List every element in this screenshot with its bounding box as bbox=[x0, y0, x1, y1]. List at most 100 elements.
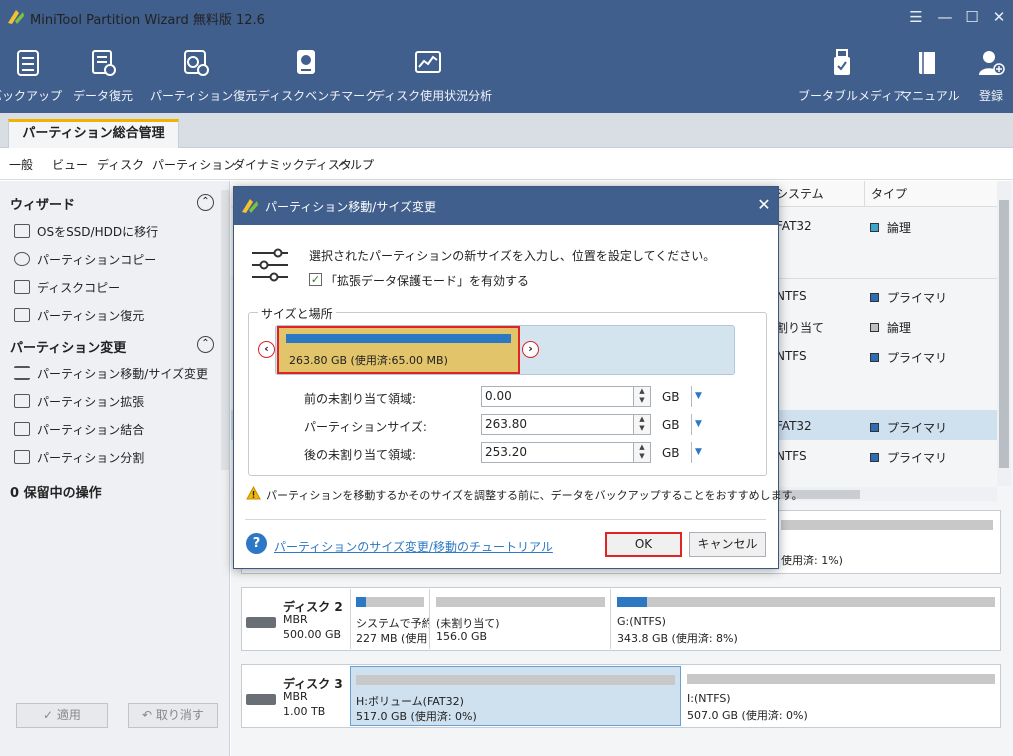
unallocated-before-input[interactable]: 0.00 bbox=[481, 386, 634, 407]
left-panel-scrollbar[interactable] bbox=[221, 190, 229, 470]
help-icon[interactable]: ? bbox=[246, 533, 267, 554]
partition-size: 227 MB (使用 bbox=[356, 632, 428, 645]
partition-size-spinner[interactable]: ▲ ▼ bbox=[634, 414, 651, 435]
backup-icon bbox=[17, 50, 39, 76]
split-partition[interactable]: パーティション分割 bbox=[14, 449, 144, 469]
enhanced-protection-checkbox[interactable]: ✓ bbox=[309, 273, 322, 286]
disk3-partition-h[interactable]: H:ボリューム(FAT32) 517.0 GB (使用済: 0%) bbox=[350, 666, 681, 726]
enhanced-protection-label[interactable]: 「拡張データ保護モード」を有効する bbox=[325, 272, 529, 289]
apply-button[interactable]: ✓ 適用 bbox=[16, 703, 108, 728]
disk2-partition-system-reserved[interactable]: システムで予約 227 MB (使用 bbox=[350, 589, 430, 649]
wizard-collapse-icon[interactable]: ⌃ bbox=[197, 194, 214, 211]
disk3-partition-i[interactable]: I:(NTFS) 507.0 GB (使用済: 0%) bbox=[682, 666, 1000, 726]
partition-label: H:ボリューム(FAT32) bbox=[356, 695, 464, 708]
pending-operations: 0 保留中の操作 bbox=[10, 486, 102, 501]
row-type: プライマリ bbox=[870, 419, 947, 436]
register-icon bbox=[979, 51, 1005, 75]
maximize-icon[interactable]: ☐ bbox=[961, 6, 983, 28]
partition-size: 156.0 GB bbox=[436, 630, 488, 643]
menu-disk[interactable]: ディスク bbox=[97, 156, 144, 173]
menu-help[interactable]: ヘルプ bbox=[338, 156, 374, 173]
data-recovery-button[interactable]: データ復元 bbox=[73, 36, 133, 112]
app-title: MiniTool Partition Wizard 無料版 12.6 bbox=[30, 13, 265, 28]
row-filesystem: FAT32 bbox=[776, 219, 812, 233]
dialog-logo-icon bbox=[242, 199, 258, 213]
register-button[interactable]: 登録 bbox=[968, 36, 1013, 112]
disk-2-scheme: MBR bbox=[283, 613, 308, 626]
manual-button[interactable]: マニュアル bbox=[900, 36, 960, 112]
close-icon[interactable]: ✕ bbox=[988, 6, 1010, 28]
unallocated-after-spinner[interactable]: ▲ ▼ bbox=[634, 442, 651, 463]
right-handle-arrow-icon[interactable]: › bbox=[522, 341, 539, 358]
usage-fill bbox=[356, 597, 367, 607]
usage-bar bbox=[356, 597, 424, 607]
type-color-swatch bbox=[870, 453, 879, 462]
unit-dropdown-icon[interactable]: ▼ bbox=[695, 391, 702, 401]
disk-3-size: 1.00 TB bbox=[283, 705, 326, 718]
move-resize-icon bbox=[14, 366, 30, 380]
partition-size: 507.0 GB (使用済: 0%) bbox=[687, 709, 808, 722]
menu-general[interactable]: 一般 bbox=[9, 156, 33, 173]
merge-partition[interactable]: パーティション結合 bbox=[14, 421, 144, 441]
usage-bar bbox=[436, 597, 605, 607]
unallocated-after-label: 後の未割り当て領域: bbox=[304, 448, 417, 462]
wizard-partition-recovery[interactable]: パーティション復元 bbox=[14, 307, 144, 327]
unit-dropdown-icon[interactable]: ▼ bbox=[695, 419, 702, 429]
partition-usage-bar bbox=[286, 334, 511, 343]
column-header-filesystem[interactable]: システム bbox=[770, 181, 864, 207]
row-filesystem: 割り当て bbox=[776, 321, 825, 335]
disk-benchmark-button[interactable]: ディスクベンチマーク bbox=[258, 36, 377, 112]
manual-label: マニュアル bbox=[900, 89, 960, 103]
disk2-partition-unallocated[interactable]: (未割り当て) 156.0 GB bbox=[431, 589, 611, 649]
extend-icon bbox=[14, 394, 30, 408]
usage-bar bbox=[687, 674, 995, 684]
partition-recovery-button[interactable]: パーティション復元 bbox=[150, 36, 257, 112]
minimize-icon[interactable]: — bbox=[934, 6, 956, 28]
extend-partition[interactable]: パーティション拡張 bbox=[14, 393, 144, 413]
ok-button[interactable]: OK bbox=[605, 532, 682, 557]
unallocated-after-input[interactable]: 253.20 bbox=[481, 442, 634, 463]
cancel-button[interactable]: キャンセル bbox=[689, 532, 766, 557]
vertical-scroll-thumb[interactable] bbox=[999, 200, 1009, 468]
wizard-disk-copy[interactable]: ディスクコピー bbox=[14, 279, 120, 299]
bootable-media-button[interactable]: ブータブルメディア bbox=[798, 36, 905, 112]
apply-label: 適用 bbox=[56, 708, 81, 722]
undo-button[interactable]: ↶ 取り消す bbox=[128, 703, 218, 728]
partition-label: システムで予約 bbox=[356, 617, 430, 630]
disk1-partition[interactable]: 使用済: 1%) bbox=[776, 512, 998, 570]
extend-label: パーティション拡張 bbox=[37, 395, 145, 409]
menu-icon[interactable]: ☰ bbox=[905, 6, 927, 28]
register-label: 登録 bbox=[978, 89, 1003, 103]
warning-icon bbox=[246, 486, 261, 500]
usage-bar bbox=[356, 675, 675, 685]
left-handle-arrow-icon[interactable]: ‹ bbox=[258, 341, 275, 358]
usage-bar bbox=[781, 520, 993, 530]
move-resize-partition[interactable]: パーティション移動/サイズ変更 bbox=[14, 365, 208, 385]
app-logo-icon bbox=[8, 10, 24, 24]
backup-button[interactable]: バックアップ bbox=[0, 36, 62, 112]
sliders-icon bbox=[252, 248, 288, 282]
menu-view[interactable]: ビュー bbox=[52, 156, 88, 173]
wizard-partition-recovery-label: パーティション復元 bbox=[37, 309, 145, 323]
row-filesystem: NTFS bbox=[776, 349, 807, 363]
partition-recovery-icon bbox=[184, 50, 209, 76]
wizard-partition-copy[interactable]: パーティションコピー bbox=[14, 251, 156, 271]
tab-partition-management[interactable]: パーティション総合管理 bbox=[8, 119, 179, 148]
dialog-separator bbox=[245, 519, 766, 520]
change-collapse-icon[interactable]: ⌃ bbox=[197, 336, 214, 353]
disk2-partition-g[interactable]: G:(NTFS) 343.8 GB (使用済: 8%) bbox=[612, 589, 1000, 649]
wizard-migrate-os[interactable]: OSをSSD/HDDに移行 bbox=[14, 223, 158, 243]
partition-size-input[interactable]: 263.80 bbox=[481, 414, 634, 435]
space-analyzer-icon bbox=[415, 51, 441, 73]
space-analyzer-button[interactable]: ディスク使用状況分析 bbox=[373, 36, 492, 112]
dialog-description: 選択されたパーティションの新サイズを入力し、位置を設定してください。 bbox=[309, 249, 716, 263]
column-header-type[interactable]: タイプ bbox=[864, 181, 997, 207]
unit-dropdown-icon[interactable]: ▼ bbox=[695, 447, 702, 457]
bootable-media-icon bbox=[834, 49, 850, 75]
menu-partition[interactable]: パーティション bbox=[152, 156, 235, 173]
dialog-close-icon[interactable]: ✕ bbox=[754, 195, 774, 215]
type-color-swatch bbox=[870, 293, 879, 302]
menu-dynamic-disk[interactable]: ダイナミックディスク bbox=[233, 156, 352, 173]
tutorial-link[interactable]: パーティションのサイズ変更/移動のチュートリアル bbox=[274, 538, 553, 555]
unallocated-before-spinner[interactable]: ▲ ▼ bbox=[634, 386, 651, 407]
